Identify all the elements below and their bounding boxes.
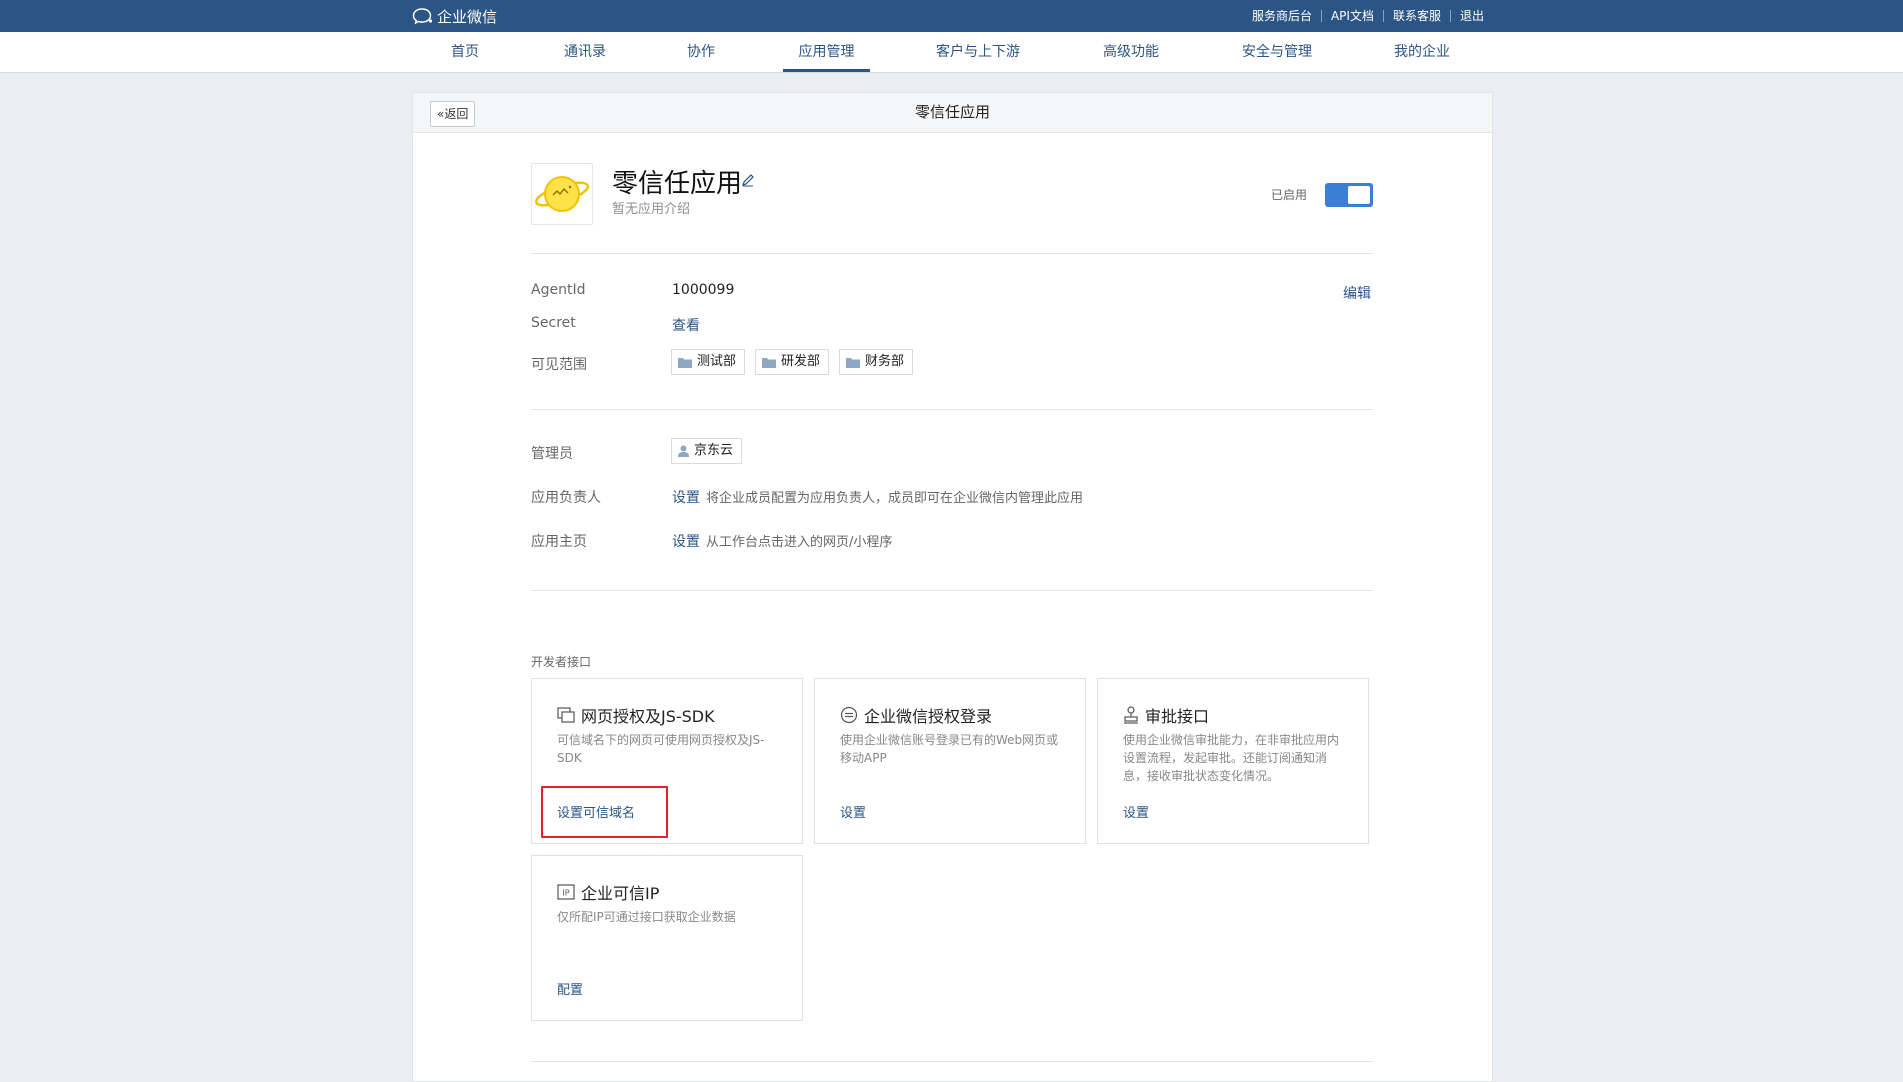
card-description: 使用企业微信账号登录已有的Web网页或移动APP — [840, 733, 1059, 765]
nav-home[interactable]: 首页 — [441, 32, 489, 72]
card-title: 企业可信IP — [581, 884, 660, 903]
nav-my-company[interactable]: 我的企业 — [1386, 32, 1458, 72]
web-auth-jssdk-card: 网页授权及JS-SDK 可信域名下的网页可使用网页授权及JS-SDK 设置可信域… — [531, 678, 803, 844]
top-links: 服务商后台 API文档 联系客服 退出 — [1243, 0, 1493, 32]
card-title: 企业微信授权登录 — [864, 707, 993, 726]
status-label: 已启用 — [1271, 188, 1308, 202]
developer-interfaces-label: 开发者接口 — [531, 655, 592, 669]
scope-tag-label: 测试部 — [697, 354, 737, 369]
app-description: 暂无应用介绍 — [612, 202, 691, 217]
scope-tag-test-dept[interactable]: 测试部 — [671, 349, 746, 375]
app-owner-set-link[interactable]: 设置 — [672, 490, 700, 506]
secret-view-link[interactable]: 查看 — [672, 315, 700, 335]
visible-scope-label: 可见范围 — [531, 357, 587, 373]
main-nav: 首页 通讯录 协作 应用管理 客户与上下游 高级功能 安全与管理 我的企业 — [0, 32, 1903, 73]
svg-text:IP: IP — [562, 889, 569, 898]
app-detail-card: 零信任应用 «返回 零信任应用 暂无应用介绍 已启用 AgentId 10000… — [412, 92, 1493, 1082]
contact-support-link[interactable]: 联系客服 — [1382, 10, 1450, 22]
pencil-icon[interactable] — [741, 173, 755, 187]
folder-icon — [846, 357, 860, 368]
secret-label: Secret — [531, 315, 576, 331]
logout-link[interactable]: 退出 — [1449, 10, 1493, 22]
app-owner-row: 设置 将企业成员配置为应用负责人，成员即可在企业微信内管理此应用 — [672, 487, 1083, 507]
planet-icon — [534, 176, 590, 212]
wecom-login-set-link[interactable]: 设置 — [840, 802, 866, 821]
scope-tag-label: 研发部 — [781, 354, 821, 369]
wecom-login-icon — [840, 706, 858, 724]
nav-security[interactable]: 安全与管理 — [1236, 32, 1318, 72]
admin-tag[interactable]: 京东云 — [671, 438, 743, 464]
scope-tag-finance-dept[interactable]: 财务部 — [839, 349, 914, 375]
brand[interactable]: 企业微信 — [412, 0, 497, 32]
service-backend-link[interactable]: 服务商后台 — [1243, 10, 1321, 22]
card-description: 可信域名下的网页可使用网页授权及JS-SDK — [557, 733, 765, 765]
card-description: 使用企业微信审批能力，在非审批应用内设置流程，发起审批。还能订阅通知消息，接收审… — [1123, 733, 1340, 783]
app-homepage-hint: 从工作台点击进入的网页/小程序 — [706, 535, 893, 550]
divider — [531, 253, 1373, 254]
admin-name: 京东云 — [694, 443, 734, 458]
agentid-label: AgentId — [531, 282, 586, 298]
card-header: 零信任应用 «返回 — [413, 93, 1492, 133]
app-name: 零信任应用 — [612, 169, 743, 199]
trusted-ip-config-link[interactable]: 配置 — [557, 979, 583, 998]
edit-link[interactable]: 编辑 — [1343, 283, 1371, 303]
page-title: 零信任应用 — [914, 103, 990, 121]
approval-set-link[interactable]: 设置 — [1123, 802, 1149, 821]
approval-api-card: 审批接口 使用企业微信审批能力，在非审批应用内设置流程，发起审批。还能订阅通知消… — [1097, 678, 1369, 844]
app-homepage-row: 设置 从工作台点击进入的网页/小程序 — [672, 531, 892, 551]
back-label: 返回 — [444, 107, 469, 121]
divider — [531, 590, 1373, 591]
web-auth-icon — [557, 707, 575, 723]
wecom-auth-login-card: 企业微信授权登录 使用企业微信账号登录已有的Web网页或移动APP 设置 — [814, 678, 1086, 844]
app-logo — [531, 163, 593, 225]
toggle-knob — [1348, 186, 1370, 204]
nav-collaboration[interactable]: 协作 — [678, 32, 724, 72]
folder-icon — [762, 357, 776, 368]
app-homepage-set-link[interactable]: 设置 — [672, 534, 700, 550]
enable-toggle[interactable] — [1325, 183, 1373, 207]
folder-icon — [678, 357, 692, 368]
brand-name: 企业微信 — [437, 7, 498, 26]
app-homepage-label: 应用主页 — [531, 534, 587, 550]
app-owner-label: 应用负责人 — [531, 490, 601, 506]
approval-icon — [1124, 706, 1138, 724]
top-bar: 企业微信 服务商后台 API文档 联系客服 退出 — [0, 0, 1903, 32]
agentid-value: 1000099 — [672, 282, 735, 298]
user-icon — [678, 445, 689, 457]
divider — [531, 409, 1373, 410]
divider — [531, 1061, 1373, 1062]
nav-app-management[interactable]: 应用管理 — [783, 32, 870, 72]
card-description: 仅所配IP可通过接口获取企业数据 — [557, 910, 736, 924]
wecom-logo-icon — [412, 8, 433, 25]
scope-tag-label: 财务部 — [865, 354, 905, 369]
trusted-ip-card: IP 企业可信IP 仅所配IP可通过接口获取企业数据 配置 — [531, 855, 803, 1021]
nav-contacts[interactable]: 通讯录 — [554, 32, 616, 72]
card-title: 审批接口 — [1145, 707, 1210, 726]
scope-tag-rd-dept[interactable]: 研发部 — [755, 349, 830, 375]
api-docs-link[interactable]: API文档 — [1320, 10, 1383, 22]
back-button[interactable]: «返回 — [430, 101, 476, 127]
highlight-annotation — [541, 786, 668, 838]
ip-icon: IP — [557, 884, 575, 900]
nav-customers[interactable]: 客户与上下游 — [928, 32, 1028, 72]
card-title: 网页授权及JS-SDK — [581, 707, 715, 726]
app-owner-hint: 将企业成员配置为应用负责人，成员即可在企业微信内管理此应用 — [706, 491, 1084, 506]
admin-label: 管理员 — [531, 446, 573, 462]
nav-advanced[interactable]: 高级功能 — [1095, 32, 1167, 72]
